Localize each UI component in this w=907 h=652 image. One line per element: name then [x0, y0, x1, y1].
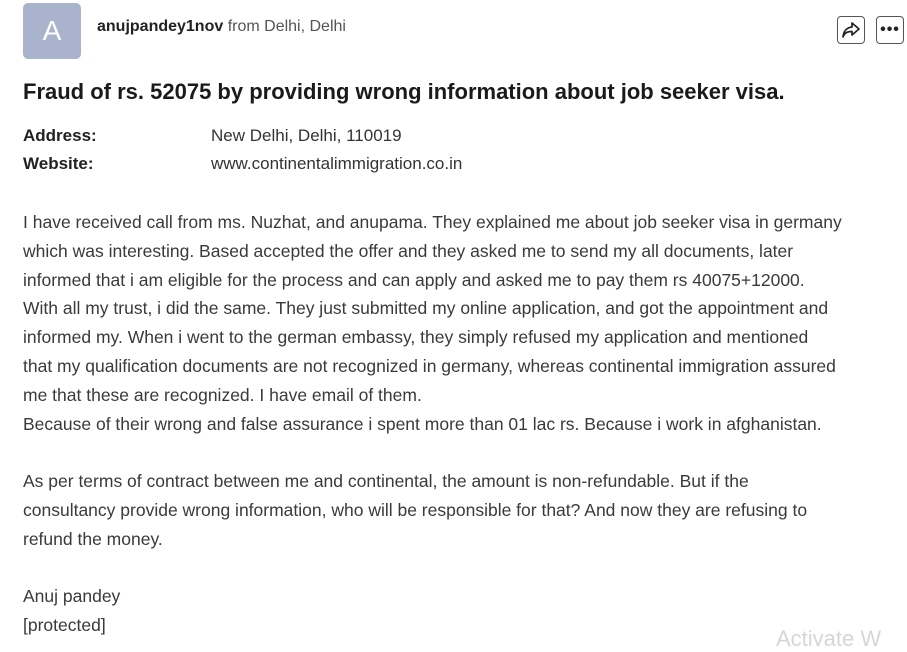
author-username[interactable]: anujpandey1nov: [97, 18, 223, 35]
author-location: from Delhi, Delhi: [227, 18, 346, 35]
complaint-body: I have received call from ms. Nuzhat, an…: [23, 208, 907, 640]
activation-watermark: Activate W: [776, 626, 882, 651]
more-options-button[interactable]: •••: [876, 16, 904, 44]
share-button[interactable]: [837, 16, 865, 44]
signature-contact: [protected]: [23, 615, 106, 636]
body-line: Because of their wrong and false assuran…: [23, 413, 822, 434]
avatar[interactable]: A: [23, 3, 81, 59]
author-line: anujpandey1nov from Delhi, Delhi: [97, 17, 346, 37]
body-line: which was interesting. Based accepted th…: [23, 240, 794, 261]
complaint-header: A anujpandey1nov from Delhi, Delhi •••: [23, 3, 904, 59]
body-line: As per terms of contract between me and …: [23, 471, 749, 492]
body-line: With all my trust, i did the same. They …: [23, 298, 829, 319]
body-line: informed that i am eligible for the proc…: [23, 269, 805, 290]
share-icon: [842, 22, 860, 38]
body-line: informed my. When i went to the german e…: [23, 327, 809, 348]
complaint-title: Fraud of rs. 52075 by providing wrong in…: [23, 79, 785, 104]
signature-name: Anuj pandey: [23, 586, 121, 607]
body-line: consultancy provide wrong information, w…: [23, 499, 808, 520]
body-line: refund the money.: [23, 528, 163, 549]
body-line: me that these are recognized. I have ema…: [23, 384, 422, 405]
website-label: Website:: [23, 154, 94, 173]
website-value[interactable]: www.continentalimmigration.co.in: [211, 152, 462, 176]
body-line: I have received call from ms. Nuzhat, an…: [23, 212, 842, 232]
address-label: Address:: [23, 126, 97, 145]
address-value: New Delhi, Delhi, 110019: [211, 126, 402, 145]
body-line: that my qualification documents are not …: [23, 355, 836, 376]
